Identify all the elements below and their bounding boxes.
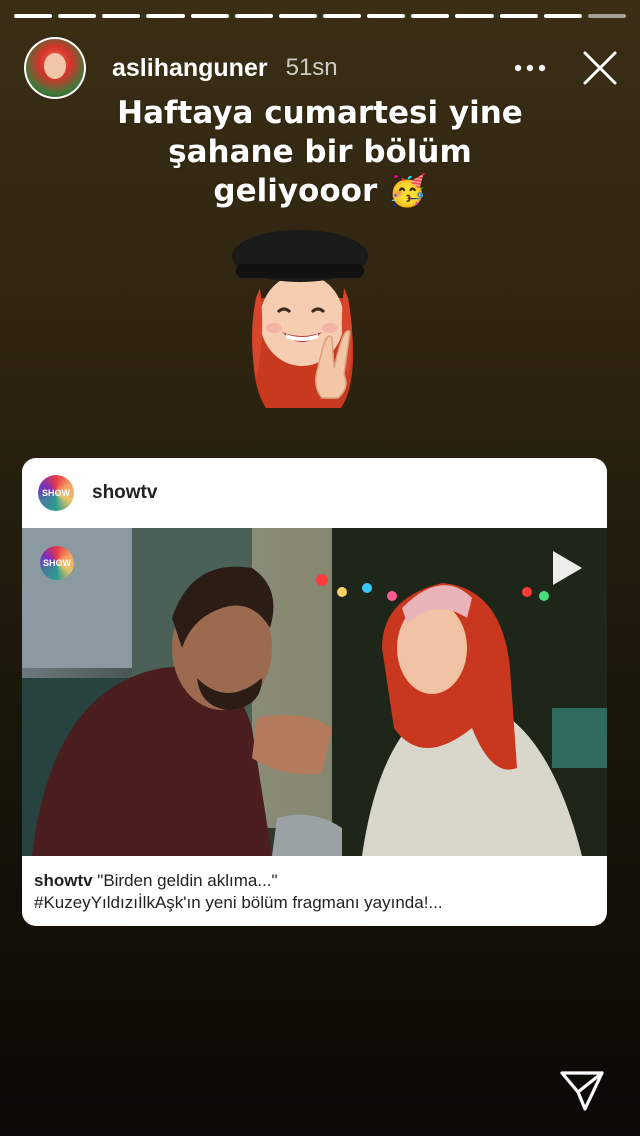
caption-line: geliyooor 🥳 (213, 173, 427, 209)
progress-segment (278, 14, 317, 18)
post-header: showtv (22, 458, 607, 528)
story-caption: Haftaya cumartesi yine şahane bir bölüm … (60, 94, 580, 211)
send-icon (560, 1071, 604, 1111)
close-button[interactable] (578, 46, 622, 90)
progress-segment (455, 14, 494, 18)
close-icon (583, 51, 617, 85)
story-timestamp: 51sn (285, 54, 338, 81)
progress-segment (102, 14, 141, 18)
memoji-sticker[interactable] (226, 228, 376, 418)
progress-segment (322, 14, 362, 18)
post-caption-hashtag: #KuzeyYıldızıİlkAşk'ın yeni bölüm fragma… (34, 893, 443, 912)
more-horizontal-icon (514, 64, 546, 72)
progress-segment (234, 14, 273, 18)
story-progress-bar (14, 14, 626, 18)
story-header: aslihanguner 51sn (24, 36, 622, 100)
progress-segment (146, 14, 185, 18)
progress-segment (411, 14, 450, 18)
progress-segment (367, 14, 406, 18)
progress-segment (190, 14, 229, 18)
caption-line: Haftaya cumartesi yine (117, 95, 523, 131)
showtv-logo[interactable] (38, 475, 74, 511)
send-button[interactable] (556, 1066, 608, 1116)
progress-segment (499, 14, 538, 18)
video-scene (22, 528, 607, 856)
play-icon[interactable] (549, 548, 585, 588)
video-logo-text: SHOW (43, 558, 71, 568)
post-caption: showtv "Birden geldin aklıma..." #KuzeyY… (22, 856, 607, 914)
caption-line: şahane bir bölüm (168, 134, 472, 170)
avatar-image (26, 39, 84, 97)
progress-segment (58, 14, 97, 18)
progress-segment-current (587, 14, 626, 18)
post-caption-user: showtv (34, 871, 93, 890)
more-button[interactable] (506, 48, 554, 88)
username[interactable]: aslihanguner (112, 54, 268, 83)
post-account-name[interactable]: showtv (92, 482, 157, 504)
shared-post-card[interactable]: showtv SHOW (22, 458, 607, 926)
video-logo-badge: SHOW (40, 546, 74, 580)
post-video-thumbnail[interactable]: SHOW (22, 528, 607, 856)
progress-segment (14, 14, 53, 18)
progress-segment (543, 14, 582, 18)
avatar[interactable] (24, 37, 86, 99)
post-caption-text: "Birden geldin aklıma..." (92, 871, 278, 890)
